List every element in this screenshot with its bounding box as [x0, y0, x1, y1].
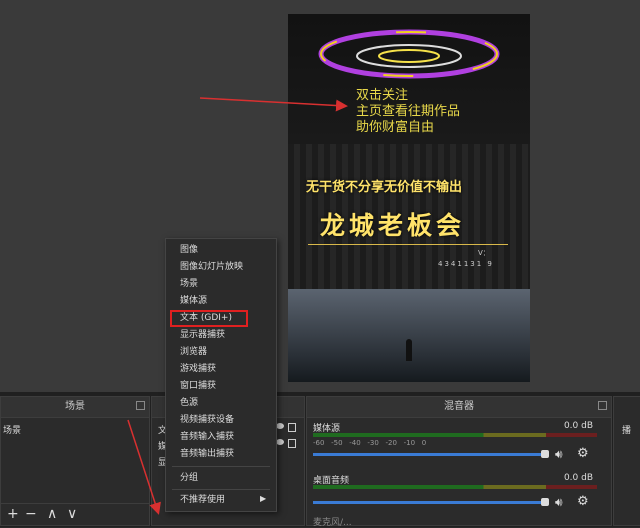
walking-figure — [406, 339, 412, 361]
menu-item-media-source[interactable]: 媒体源 — [166, 293, 276, 310]
move-up-button[interactable]: ∧ — [47, 506, 57, 522]
contact-number: 4341131 9 — [438, 260, 494, 268]
menu-item-audio-input[interactable]: 音频输入捕获 — [166, 429, 276, 446]
ring-visual: 双击关注 主页查看往期作品 助你财富自由 — [288, 14, 530, 144]
undock-icon[interactable] — [136, 401, 145, 410]
meter-desktop — [313, 485, 597, 489]
gear-icon[interactable]: ⚙ — [577, 494, 589, 509]
add-scene-button[interactable]: + — [7, 506, 19, 522]
visibility-eye-icon[interactable] — [276, 439, 284, 445]
channel-db-desktop: 0.0 dB — [563, 473, 593, 483]
undock-icon[interactable] — [598, 401, 607, 410]
highlight-box — [170, 310, 248, 327]
menu-item-scene[interactable]: 场景 — [166, 276, 276, 293]
overlay-line-1: 双击关注 — [356, 88, 409, 103]
lock-icon[interactable] — [288, 439, 296, 448]
transitions-panel: 播 — [613, 396, 640, 526]
forest-scene — [288, 289, 530, 382]
channel-db-media: 0.0 dB — [563, 421, 593, 431]
menu-separator — [172, 489, 270, 490]
lock-icon[interactable] — [288, 423, 296, 432]
contact-label: V： — [478, 249, 490, 257]
menu-item-audio-output[interactable]: 音频输出捕获 — [166, 446, 276, 463]
volume-knob-desktop[interactable] — [541, 498, 549, 506]
volume-slider-media[interactable] — [313, 453, 545, 456]
video-canvas[interactable]: 双击关注 主页查看往期作品 助你财富自由 无干货不分享无价值不输出 龙城老板会 … — [288, 14, 530, 382]
menu-item-group[interactable]: 分组 — [166, 470, 276, 487]
menu-item-game-capture[interactable]: 游戏捕获 — [166, 361, 276, 378]
visibility-eye-icon[interactable] — [276, 423, 284, 429]
meter-scale: -60 -50 -40 -30 -20 -10 0 — [313, 439, 427, 447]
volume-knob-media[interactable] — [541, 450, 549, 458]
menu-item-video-capture[interactable]: 视频捕获设备 — [166, 412, 276, 429]
overlay-line-3: 助你财富自由 — [356, 120, 435, 135]
menu-item-image-slideshow[interactable]: 图像幻灯片放映 — [166, 259, 276, 276]
menu-item-browser[interactable]: 浏览器 — [166, 344, 276, 361]
transitions-panel-title: 播 — [622, 426, 632, 436]
scenes-panel-title: 场景 — [1, 397, 149, 418]
scene-item[interactable]: 场景 — [3, 423, 21, 436]
gear-icon[interactable]: ⚙ — [577, 446, 589, 461]
volume-slider-desktop[interactable] — [313, 501, 545, 504]
menu-item-display-capture[interactable]: 显示器捕获 — [166, 327, 276, 344]
menu-item-color-source[interactable]: 色源 — [166, 395, 276, 412]
submenu-arrow-icon: ▶ — [260, 494, 267, 503]
speaker-icon[interactable]: 🔊︎ — [555, 495, 563, 510]
scenes-panel: 场景 场景 + − ∧ ∨ — [0, 396, 150, 526]
channel-name-mic: 麦克风/... — [313, 518, 352, 528]
add-source-menu: 图像 图像幻灯片放映 场景 媒体源 文本 (GDI+) 显示器捕获 浏览器 游戏… — [165, 238, 277, 512]
meter-media — [313, 433, 597, 437]
menu-item-image[interactable]: 图像 — [166, 242, 276, 259]
remove-scene-button[interactable]: − — [25, 506, 37, 522]
banner-title: 龙城老板会 — [320, 211, 466, 240]
move-down-button[interactable]: ∨ — [67, 506, 77, 522]
menu-item-window-capture[interactable]: 窗口捕获 — [166, 378, 276, 395]
overlay-line-2: 主页查看往期作品 — [356, 104, 461, 119]
speaker-icon[interactable]: 🔊︎ — [555, 447, 563, 462]
banner-slogan: 无干货不分享无价值不输出 — [306, 180, 463, 195]
scenes-toolbar: + − ∧ ∨ — [1, 503, 149, 526]
menu-separator — [172, 466, 270, 467]
mixer-panel-title: 混音器 — [307, 397, 611, 418]
banner-divider — [308, 244, 508, 245]
preview-area[interactable]: 双击关注 主页查看往期作品 助你财富自由 无干货不分享无价值不输出 龙城老板会 … — [0, 0, 640, 392]
circuit-banner: 无干货不分享无价值不输出 龙城老板会 V： 4341131 9 — [288, 144, 530, 289]
bottom-dock: 场景 场景 + − ∧ ∨ 文 媒 显 混音器 媒体源 0.0 dB -60 -… — [0, 392, 640, 528]
mixer-panel: 混音器 媒体源 0.0 dB -60 -50 -40 -30 -20 -10 0… — [306, 396, 612, 528]
